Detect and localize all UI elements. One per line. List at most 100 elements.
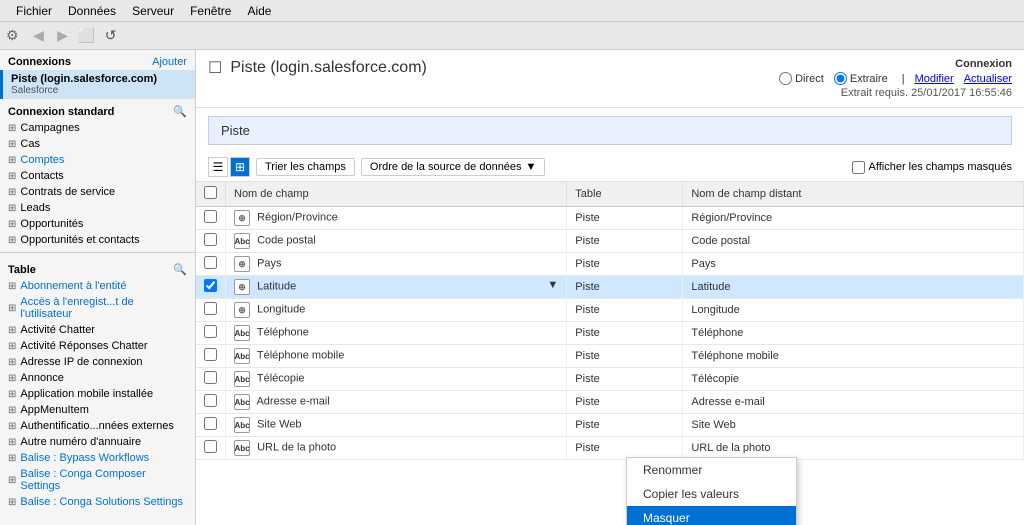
row-checkbox[interactable] [204, 348, 217, 361]
field-name-cell[interactable]: Abc URL de la photo [226, 437, 567, 460]
remote-name-cell: Latitude [683, 276, 1024, 299]
home-button[interactable]: ⬜ [77, 26, 97, 46]
row-checkbox[interactable] [204, 394, 217, 407]
forward-button[interactable]: ▶ [53, 26, 73, 46]
table-row[interactable]: Abc Télécopie Piste Télécopie [196, 368, 1024, 391]
menu-fichier[interactable]: Fichier [8, 2, 60, 20]
sidebar-item-label[interactable]: Abonnement à l'entité [20, 280, 126, 292]
row-checkbox[interactable] [204, 256, 217, 269]
sidebar-item-leads[interactable]: ⊞ Leads [0, 200, 195, 216]
field-name-cell[interactable]: Abc Télécopie [226, 368, 567, 391]
context-menu-item[interactable]: Copier les valeurs [627, 482, 796, 506]
radio-extraire-label[interactable]: Extraire [834, 72, 888, 85]
add-connection-link[interactable]: Ajouter [152, 56, 187, 68]
sidebar-item-cas[interactable]: ⊞ Cas [0, 136, 195, 152]
row-checkbox-cell [196, 437, 226, 460]
menu-donnees[interactable]: Données [60, 2, 124, 20]
back-button[interactable]: ◀ [29, 26, 49, 46]
modifier-link[interactable]: Modifier [915, 73, 954, 85]
table-row[interactable]: Abc Site Web Piste Site Web [196, 414, 1024, 437]
select-all-checkbox[interactable] [204, 186, 217, 199]
row-checkbox[interactable] [204, 210, 217, 223]
table-search-icon[interactable]: 🔍 [173, 263, 187, 276]
show-hidden-checkbox[interactable] [852, 161, 865, 174]
table-row[interactable]: ⊕ Pays Piste Pays [196, 253, 1024, 276]
field-name-cell[interactable]: ⊕ Latitude ▼ [226, 276, 567, 299]
table-row[interactable]: Abc URL de la photo Piste URL de la phot… [196, 437, 1024, 460]
menu-aide[interactable]: Aide [239, 2, 279, 20]
menu-fenetre[interactable]: Fenêtre [182, 2, 239, 20]
table-row[interactable]: Abc Code postal Piste Code postal [196, 230, 1024, 253]
search-icon[interactable]: 🔍 [173, 105, 187, 118]
refresh-button[interactable]: ↺ [101, 26, 121, 46]
view-toggle: ☰ ⊞ [208, 157, 250, 177]
row-checkbox[interactable] [204, 302, 217, 315]
table-row[interactable]: ⊕ Région/Province Piste Région/Province [196, 207, 1024, 230]
sidebar-item-abonnement[interactable]: ⊞ Abonnement à l'entité [0, 278, 195, 294]
actualiser-link[interactable]: Actualiser [964, 73, 1012, 85]
row-checkbox[interactable] [204, 233, 217, 246]
sidebar-item-campagnes[interactable]: ⊞ Campagnes [0, 120, 195, 136]
sidebar-item-opportunites[interactable]: ⊞ Opportunités [0, 216, 195, 232]
sidebar-item-adresse-ip[interactable]: ⊞ Adresse IP de connexion [0, 354, 195, 370]
sidebar-item-opportunites-contacts[interactable]: ⊞ Opportunités et contacts [0, 232, 195, 248]
row-checkbox[interactable] [204, 279, 217, 292]
sidebar-item-activite-reponses[interactable]: ⊞ Activité Réponses Chatter [0, 338, 195, 354]
list-view-btn[interactable]: ☰ [208, 157, 228, 177]
field-name-cell[interactable]: Abc Adresse e-mail [226, 391, 567, 414]
field-name-cell[interactable]: Abc Téléphone [226, 322, 567, 345]
sidebar-item-app-mobile[interactable]: ⊞ Application mobile installée [0, 386, 195, 402]
menu-serveur[interactable]: Serveur [124, 2, 182, 20]
row-checkbox[interactable] [204, 440, 217, 453]
sidebar-item-auth[interactable]: ⊞ Authentificatio...nnées externes [0, 418, 195, 434]
table-view-btn[interactable]: ⊞ [230, 157, 250, 177]
sidebar-item-balise-conga[interactable]: ⊞ Balise : Conga Composer Settings [0, 466, 195, 494]
remote-name-cell: Code postal [683, 230, 1024, 253]
row-checkbox[interactable] [204, 417, 217, 430]
sidebar-item-label[interactable]: Balise : Conga Solutions Settings [20, 496, 183, 508]
sidebar-item-annonce[interactable]: ⊞ Annonce [0, 370, 195, 386]
sidebar-item-contacts[interactable]: ⊞ Contacts [0, 168, 195, 184]
sidebar-item-label: Annonce [20, 372, 63, 384]
context-menu-item[interactable]: Masquer [627, 506, 796, 525]
field-name-cell[interactable]: ⊕ Longitude [226, 299, 567, 322]
table-controls: ☰ ⊞ Trier les champs Ordre de la source … [196, 153, 1024, 182]
sidebar-item-comptes[interactable]: ⊞ Comptes [0, 152, 195, 168]
table-row[interactable]: ⊕ Longitude Piste Longitude [196, 299, 1024, 322]
row-checkbox[interactable] [204, 325, 217, 338]
sidebar-item-acces[interactable]: ⊞ Accès à l'enregist...t de l'utilisateu… [0, 294, 195, 322]
sidebar-item-activite-chatter[interactable]: ⊞ Activité Chatter [0, 322, 195, 338]
active-connection[interactable]: Piste (login.salesforce.com) Salesforce [0, 70, 195, 99]
field-name-cell[interactable]: ⊕ Région/Province [226, 207, 567, 230]
field-name: Code postal [257, 235, 316, 247]
radio-direct-label[interactable]: Direct [779, 72, 824, 85]
show-hidden[interactable]: Afficher les champs masqués [852, 161, 1012, 174]
table-row[interactable]: Abc Téléphone mobile Piste Téléphone mob… [196, 345, 1024, 368]
sidebar-item-label[interactable]: Accès à l'enregist...t de l'utilisateur [20, 296, 187, 320]
sidebar-item-appmenuitem[interactable]: ⊞ AppMenuItem [0, 402, 195, 418]
sort-button[interactable]: Trier les champs [256, 158, 355, 176]
radio-direct[interactable] [779, 72, 792, 85]
field-type-icon: Abc [234, 348, 250, 364]
table-row[interactable]: Abc Téléphone Piste Téléphone [196, 322, 1024, 345]
sidebar-item-contrats[interactable]: ⊞ Contrats de service [0, 184, 195, 200]
table-row[interactable]: Abc Adresse e-mail Piste Adresse e-mail [196, 391, 1024, 414]
sidebar-item-label[interactable]: Comptes [20, 154, 64, 166]
context-menu-item[interactable]: Renommer [627, 458, 796, 482]
sidebar-item-balise-bypass[interactable]: ⊞ Balise : Bypass Workflows [0, 450, 195, 466]
field-name: Site Web [257, 419, 301, 431]
order-dropdown[interactable]: Ordre de la source de données ▼ [361, 158, 546, 176]
row-dropdown-arrow[interactable]: ▼ [547, 279, 558, 291]
sidebar-item-label[interactable]: Balise : Bypass Workflows [20, 452, 149, 464]
row-checkbox[interactable] [204, 371, 217, 384]
sidebar-item-autre-numero[interactable]: ⊞ Autre numéro d'annuaire [0, 434, 195, 450]
radio-extraire[interactable] [834, 72, 847, 85]
sidebar-item-balise-conga-solutions[interactable]: ⊞ Balise : Conga Solutions Settings [0, 494, 195, 510]
sidebar-item-label[interactable]: Balise : Conga Composer Settings [20, 468, 187, 492]
grid-icon: ⊞ [8, 123, 16, 134]
field-name-cell[interactable]: Abc Site Web [226, 414, 567, 437]
field-name-cell[interactable]: Abc Téléphone mobile [226, 345, 567, 368]
table-row[interactable]: ⊕ Latitude ▼ Piste Latitude [196, 276, 1024, 299]
field-name-cell[interactable]: ⊕ Pays [226, 253, 567, 276]
field-name-cell[interactable]: Abc Code postal [226, 230, 567, 253]
